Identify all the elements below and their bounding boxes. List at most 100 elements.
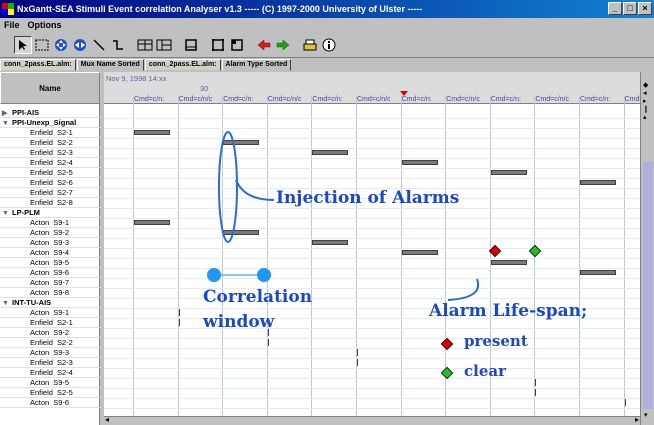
- print-button[interactable]: [301, 36, 319, 54]
- clear-marker: [528, 244, 542, 258]
- forward-button[interactable]: [274, 36, 292, 54]
- tree-child-label: Acton: [30, 228, 50, 237]
- expanded-triangle-icon[interactable]: ▼: [2, 299, 12, 307]
- maximize-button[interactable]: □: [623, 2, 637, 15]
- tree-child-channel: S2-1: [56, 128, 73, 137]
- menu-file[interactable]: File: [0, 20, 24, 30]
- scroll-right-icon[interactable]: ▸: [635, 415, 639, 424]
- layout-b-button[interactable]: [155, 36, 173, 54]
- tree-child-row[interactable]: Enfield S2-1: [0, 318, 100, 328]
- window-icon: [231, 39, 243, 51]
- tree-child-channel: S9-8: [53, 288, 70, 297]
- tree-child-label: Acton: [30, 378, 50, 387]
- tree-child-row[interactable]: Enfield S2-4: [0, 158, 100, 168]
- tree-child-channel: S2-5: [56, 388, 73, 397]
- tree-group-row[interactable]: ▼ LP-PLM: [0, 208, 100, 218]
- tab-file-2[interactable]: conn_2pass.EL.alm:: [144, 59, 221, 71]
- tree-child-row[interactable]: Enfield S2-6: [0, 178, 100, 188]
- tree-child-row[interactable]: Enfield S2-3: [0, 358, 100, 368]
- tree-child-channel: S2-3: [56, 148, 73, 157]
- tree-child-row[interactable]: Enfield S2-5: [0, 168, 100, 178]
- tab-mux-name-sorted[interactable]: Mux Name Sorted: [76, 59, 144, 71]
- tree-child-channel: S2-6: [56, 178, 73, 187]
- close-button[interactable]: ×: [638, 2, 652, 15]
- tree-child-row[interactable]: Enfield S2-5: [0, 388, 100, 398]
- info-button[interactable]: [320, 36, 338, 54]
- tree-child-row[interactable]: Enfield S2-1: [0, 128, 100, 138]
- tree-child-label: Enfield: [30, 318, 53, 327]
- expanded-triangle-icon[interactable]: ▼: [2, 209, 12, 217]
- window-view-button[interactable]: [228, 36, 246, 54]
- tree-child-row[interactable]: Enfield S2-2: [0, 338, 100, 348]
- present-legend-icon: [440, 337, 454, 351]
- select-tool-button[interactable]: [14, 36, 32, 54]
- scroll-down-icon[interactable]: ▾: [644, 411, 648, 419]
- tree-child-row[interactable]: Acton S9-2: [0, 228, 100, 238]
- tree-group-label: INT-TU-AIS: [12, 298, 52, 307]
- frame-icon: [185, 39, 197, 51]
- tree-child-channel: S2-8: [56, 198, 73, 207]
- line-tool-button[interactable]: [90, 36, 108, 54]
- fit-view-button[interactable]: [209, 36, 227, 54]
- tree-child-row[interactable]: Acton S9-5: [0, 378, 100, 388]
- step-tool-button[interactable]: [109, 36, 127, 54]
- tree-group-label: PPI-Unexp_Signal: [12, 118, 77, 127]
- tree-child-label: Acton: [30, 328, 50, 337]
- injection-pointer: [235, 179, 275, 201]
- tree-group-label: LP-PLM: [12, 208, 40, 217]
- lifespan-pointer: [447, 278, 480, 301]
- pan-button[interactable]: [52, 36, 70, 54]
- tree-child-channel: S9-3: [53, 348, 70, 357]
- tree-child-row[interactable]: Acton S9-1: [0, 308, 100, 318]
- tree-child-channel: S2-3: [56, 358, 73, 367]
- tree-child-row[interactable]: Acton S9-3: [0, 238, 100, 248]
- horizontal-pan-button[interactable]: [71, 36, 89, 54]
- tree-child-row[interactable]: Enfield S2-7: [0, 188, 100, 198]
- tree-child-row[interactable]: Enfield S2-8: [0, 198, 100, 208]
- tree-child-row[interactable]: Acton S9-6: [0, 268, 100, 278]
- correlation-annotation-line1: Correlation: [203, 287, 313, 307]
- tree-child-row[interactable]: Enfield S2-3: [0, 148, 100, 158]
- tree-child-channel: S9-3: [53, 238, 70, 247]
- tree-child-channel: S9-7: [53, 278, 70, 287]
- tree-child-row[interactable]: Acton S9-6: [0, 398, 100, 408]
- horizontal-scrollbar[interactable]: ◂ ▸: [104, 415, 640, 425]
- back-button[interactable]: [255, 36, 273, 54]
- tree-child-row[interactable]: Acton S9-5: [0, 258, 100, 268]
- vertical-scroll-track[interactable]: [643, 162, 653, 409]
- correlation-window-end[interactable]: [257, 268, 271, 282]
- expanded-triangle-icon[interactable]: ▼: [2, 119, 12, 127]
- app-icon: [2, 3, 14, 15]
- minimize-button[interactable]: _: [608, 2, 622, 15]
- tree-child-row[interactable]: Acton S9-3: [0, 348, 100, 358]
- vertical-scrollbar[interactable]: ◆ ◂ ▸ ❙ ▴ ▾: [640, 72, 654, 425]
- layout-a-button[interactable]: [136, 36, 154, 54]
- tab-file-1[interactable]: conn_2pass.EL.alm:: [0, 59, 76, 71]
- tree-child-channel: S9-5: [53, 378, 70, 387]
- correlation-window-start[interactable]: [207, 268, 221, 282]
- menu-options[interactable]: Options: [24, 20, 66, 30]
- tree-child-row[interactable]: Acton S9-8: [0, 288, 100, 298]
- tree-child-row[interactable]: Acton S9-2: [0, 328, 100, 338]
- tree-child-row[interactable]: Acton S9-4: [0, 248, 100, 258]
- lifespan-annotation: Alarm Life-span;: [429, 301, 588, 321]
- tree-child-row[interactable]: Acton S9-7: [0, 278, 100, 288]
- tree-child-label: Acton: [30, 258, 50, 267]
- collapsed-triangle-icon[interactable]: ▶: [2, 109, 12, 117]
- tree-group-row[interactable]: ▶ PPI-AIS: [0, 108, 100, 118]
- tree-child-label: Acton: [30, 248, 50, 257]
- fit-corners-icon: [212, 39, 224, 51]
- tree-child-label: Enfield: [30, 148, 53, 157]
- tree-group-row[interactable]: ▼ PPI-Unexp_Signal: [0, 118, 100, 128]
- frame-button[interactable]: [182, 36, 200, 54]
- scroll-left-icon[interactable]: ◂: [105, 415, 109, 424]
- zoom-box-button[interactable]: [33, 36, 51, 54]
- tree-child-row[interactable]: Acton S9-1: [0, 218, 100, 228]
- scroll-nav-icons[interactable]: ◆ ◂ ▸ ❙ ▴: [643, 82, 649, 122]
- name-column-header[interactable]: Name: [0, 72, 100, 104]
- tree-child-row[interactable]: Enfield S2-4: [0, 368, 100, 378]
- annotation-overlay: [207, 131, 542, 380]
- tree-group-row[interactable]: ▼ INT-TU-AIS: [0, 298, 100, 308]
- tab-alarm-type-sorted[interactable]: Alarm Type Sorted: [221, 59, 292, 71]
- tree-child-row[interactable]: Enfield S2-2: [0, 138, 100, 148]
